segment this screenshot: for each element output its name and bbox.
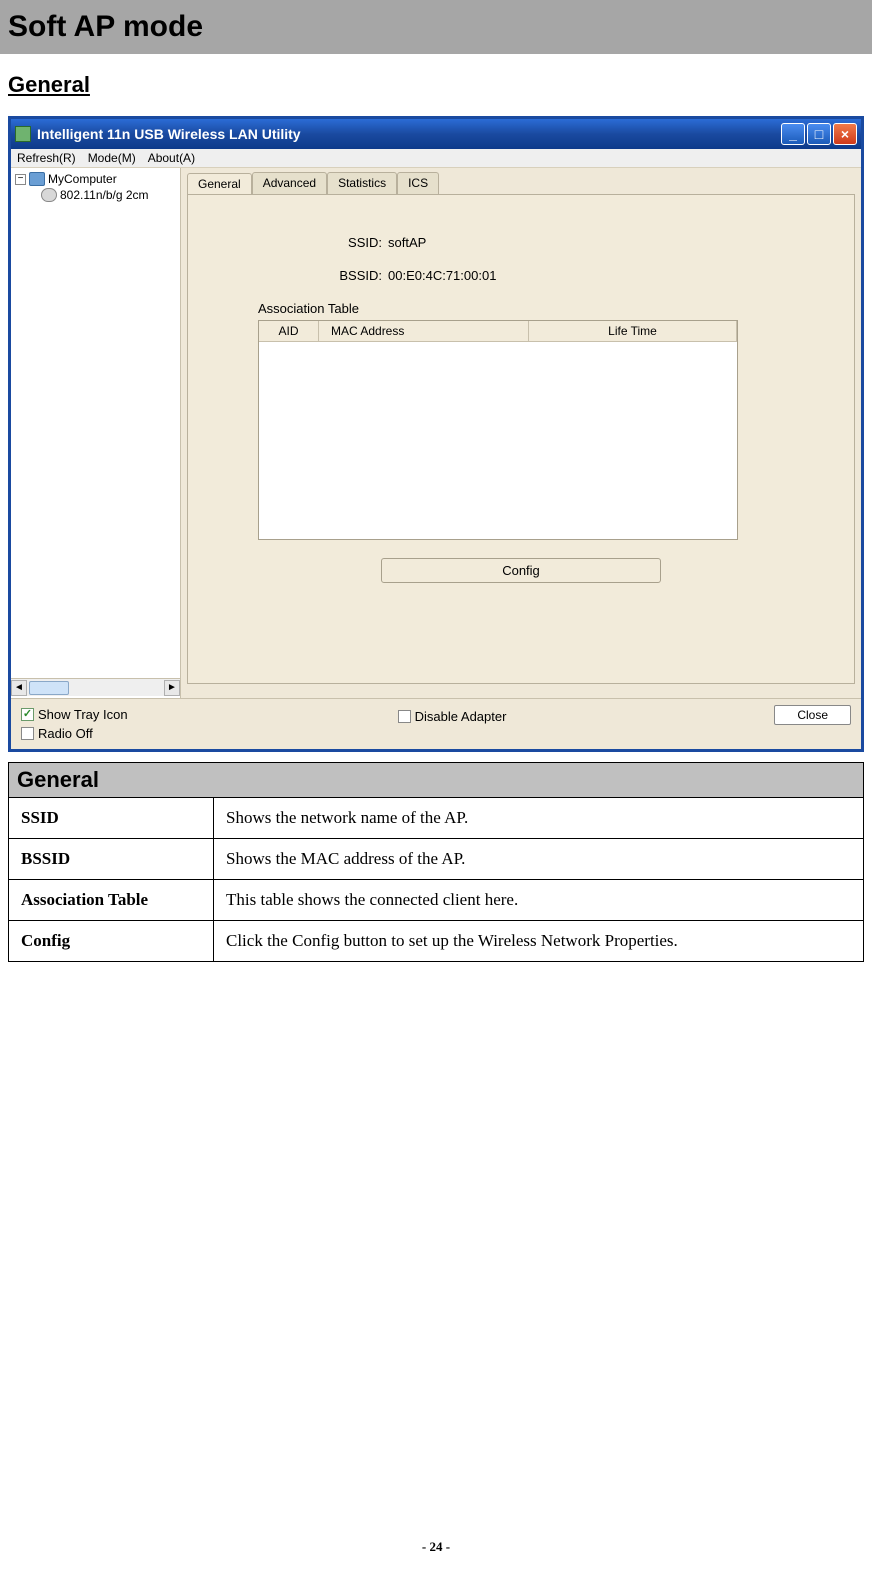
- desc-val: Shows the MAC address of the AP.: [214, 839, 864, 880]
- tab-advanced[interactable]: Advanced: [252, 172, 327, 194]
- close-button[interactable]: Close: [774, 705, 851, 725]
- radio-off-checkbox[interactable]: ✓: [21, 727, 34, 740]
- scroll-left-icon[interactable]: ◄: [11, 680, 27, 696]
- close-window-button[interactable]: ×: [833, 123, 857, 145]
- desc-table-header: General: [9, 763, 864, 798]
- scroll-thumb[interactable]: [29, 681, 69, 695]
- tab-ics[interactable]: ICS: [397, 172, 439, 194]
- desc-key: Config: [9, 921, 214, 962]
- section-header: Soft AP mode: [0, 0, 872, 54]
- tab-content-general: SSID: softAP BSSID: 00:E0:4C:71:00:01 As…: [187, 194, 855, 684]
- menu-mode[interactable]: Mode(M): [88, 151, 136, 165]
- app-icon: [15, 126, 31, 142]
- table-row: SSID Shows the network name of the AP.: [9, 798, 864, 839]
- association-table-label: Association Table: [258, 301, 824, 316]
- bssid-label: BSSID:: [278, 268, 388, 283]
- desc-key: SSID: [9, 798, 214, 839]
- subsection-title: General: [0, 54, 872, 106]
- col-aid[interactable]: AID: [259, 321, 319, 341]
- window-title: Intelligent 11n USB Wireless LAN Utility: [37, 126, 781, 142]
- device-tree-pane: − MyComputer 802.11n/b/g 2cm ◄ ►: [11, 168, 181, 698]
- table-row: BSSID Shows the MAC address of the AP.: [9, 839, 864, 880]
- ssid-label: SSID:: [278, 235, 388, 250]
- radio-off-label: Radio Off: [38, 726, 93, 741]
- association-table: AID MAC Address Life Time: [258, 320, 738, 540]
- col-life-time[interactable]: Life Time: [529, 321, 737, 341]
- show-tray-label: Show Tray Icon: [38, 707, 128, 722]
- show-tray-checkbox[interactable]: ✓: [21, 708, 34, 721]
- col-mac[interactable]: MAC Address: [319, 321, 529, 341]
- network-adapter-icon: [41, 188, 57, 202]
- desc-val: This table shows the connected client he…: [214, 880, 864, 921]
- desc-key: BSSID: [9, 839, 214, 880]
- page-number: - 24 -: [0, 1539, 872, 1555]
- config-button[interactable]: Config: [381, 558, 661, 583]
- maximize-button[interactable]: □: [807, 123, 831, 145]
- window-titlebar: Intelligent 11n USB Wireless LAN Utility…: [11, 119, 861, 149]
- app-window: Intelligent 11n USB Wireless LAN Utility…: [8, 116, 864, 752]
- tab-statistics[interactable]: Statistics: [327, 172, 397, 194]
- disable-adapter-checkbox[interactable]: ✓: [398, 710, 411, 723]
- table-row: Config Click the Config button to set up…: [9, 921, 864, 962]
- table-row: Association Table This table shows the c…: [9, 880, 864, 921]
- desc-val: Click the Config button to set up the Wi…: [214, 921, 864, 962]
- menu-refresh[interactable]: Refresh(R): [17, 151, 76, 165]
- minimize-button[interactable]: _: [781, 123, 805, 145]
- ssid-value: softAP: [388, 235, 426, 250]
- computer-icon: [29, 172, 45, 186]
- bssid-value: 00:E0:4C:71:00:01: [388, 268, 496, 283]
- menu-bar: Refresh(R) Mode(M) About(A): [11, 149, 861, 168]
- disable-adapter-label: Disable Adapter: [415, 709, 507, 724]
- tree-child-label[interactable]: 802.11n/b/g 2cm: [60, 188, 149, 202]
- tab-strip: General Advanced Statistics ICS: [187, 172, 855, 194]
- menu-about[interactable]: About(A): [148, 151, 195, 165]
- bottom-bar: ✓ Show Tray Icon ✓ Radio Off ✓ Disable A…: [11, 698, 861, 749]
- desc-val: Shows the network name of the AP.: [214, 798, 864, 839]
- tree-scrollbar[interactable]: ◄ ►: [11, 678, 180, 696]
- tree-root-label[interactable]: MyComputer: [48, 172, 117, 186]
- tree-collapse-icon[interactable]: −: [15, 174, 26, 185]
- general-description-table: General SSID Shows the network name of t…: [8, 762, 864, 962]
- tab-general[interactable]: General: [187, 173, 252, 195]
- desc-key: Association Table: [9, 880, 214, 921]
- scroll-right-icon[interactable]: ►: [164, 680, 180, 696]
